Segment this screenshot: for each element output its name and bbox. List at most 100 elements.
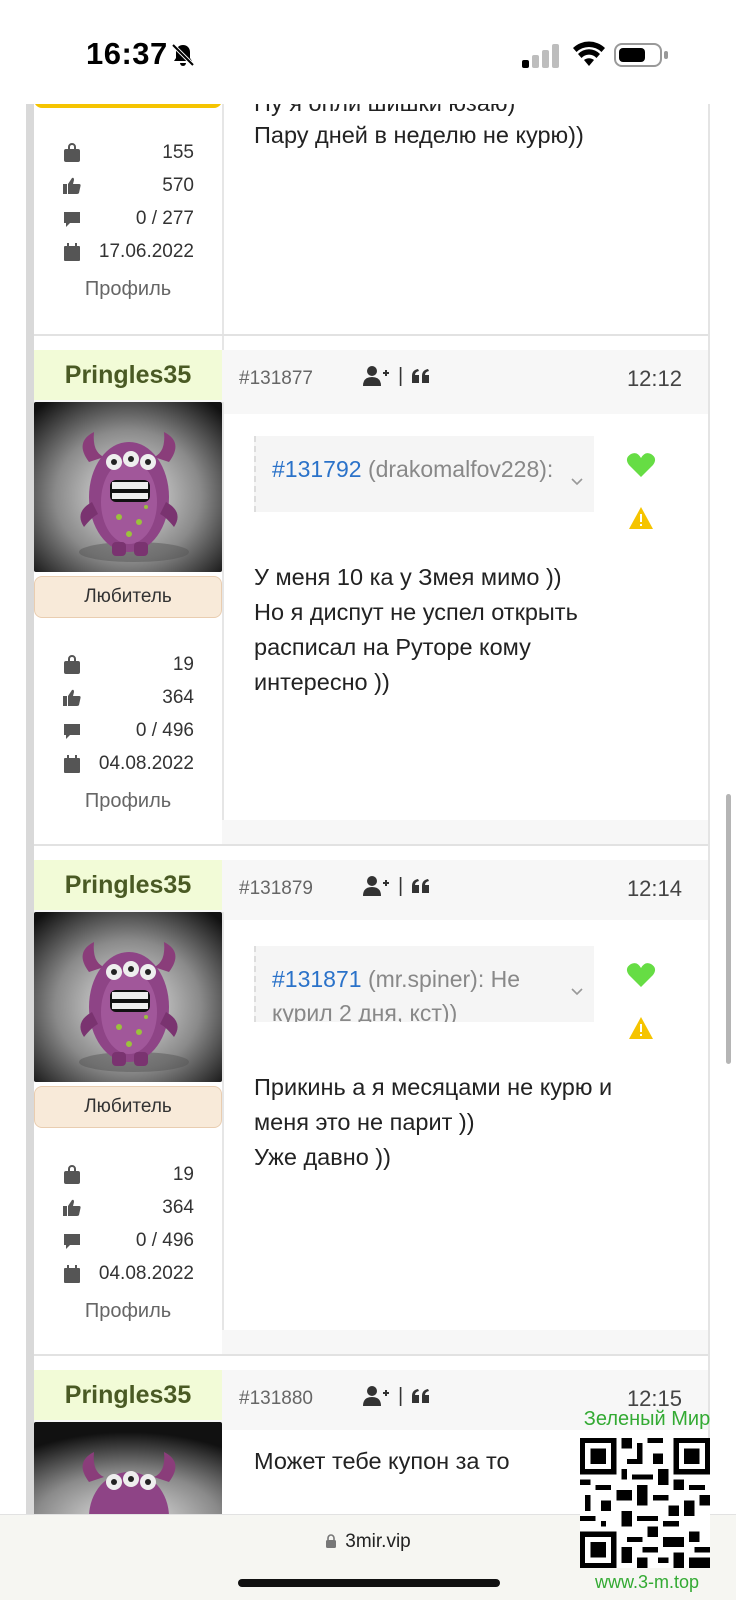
comment-icon	[64, 212, 80, 227]
stat-joined-value: 17.06.2022	[98, 241, 194, 262]
action-separator: |	[398, 874, 404, 897]
stat-likes-value: 364	[162, 1197, 194, 1218]
stat-joined-value: 04.08.2022	[98, 1263, 194, 1284]
message-partial: Ну я опли шишки юзаю)	[254, 104, 614, 116]
stat-joined-value: 04.08.2022	[98, 753, 194, 774]
post-divider	[34, 334, 708, 336]
stat-comments-value: 0 / 277	[135, 208, 194, 229]
post-actions: |	[362, 1384, 431, 1408]
quote-post-link[interactable]: #131871	[272, 966, 362, 992]
message-text: Пару дней в неделю не курю))	[254, 122, 584, 148]
post-header: Pringles35 #131879 | 12:14	[34, 860, 708, 920]
post-time: 12:14	[626, 876, 682, 901]
monster-avatar-icon	[34, 1422, 222, 1514]
monster-avatar-icon	[34, 912, 222, 1082]
quote-icon[interactable]	[411, 367, 431, 385]
user-panel	[34, 1422, 224, 1514]
monster-avatar-icon	[34, 402, 222, 572]
stat-comments-value: 0 / 496	[135, 720, 194, 741]
watermark-site: www.3-m.top	[594, 1572, 700, 1592]
bag-icon	[64, 143, 80, 162]
stat-comments: 0 / 496	[62, 1226, 194, 1256]
report-warning-icon[interactable]	[628, 1016, 654, 1040]
message-text: Может тебе купон за то	[254, 1448, 510, 1474]
thumbs-up-icon	[63, 177, 81, 194]
avatar[interactable]	[34, 402, 222, 572]
post-131877: Pringles35 #131877 | 12:12 Любитель 19 3…	[34, 350, 708, 846]
stat-posts: 19	[62, 1160, 194, 1190]
post-footer-strip	[222, 820, 708, 846]
quote-icon[interactable]	[411, 1387, 431, 1405]
right-border	[708, 104, 710, 1514]
calendar-icon	[64, 755, 80, 773]
quote-author: (mr.spiner):	[367, 966, 485, 992]
avatar[interactable]	[34, 912, 222, 1082]
message-text: У меня 10 ка у Змея мимо )) Но я диспут …	[254, 564, 578, 695]
stat-likes: 570	[62, 171, 194, 201]
action-separator: |	[398, 1384, 404, 1407]
quote-block[interactable]: #131871 (mr.spiner): Не курил 2 дня, кст…	[254, 946, 594, 1022]
stat-joined: 04.08.2022	[62, 749, 194, 779]
like-heart-icon[interactable]	[626, 962, 656, 988]
post-divider	[34, 1354, 708, 1356]
stat-posts: 155	[62, 138, 194, 168]
post-number[interactable]: #131877	[239, 368, 313, 390]
stat-joined: 17.06.2022	[62, 237, 194, 267]
lock-icon	[326, 1534, 337, 1548]
add-user-icon[interactable]	[362, 874, 390, 898]
watermark-title: Зеленый Мир	[583, 1408, 711, 1430]
profile-link[interactable]: Профиль	[34, 278, 222, 301]
username[interactable]: Pringles35	[34, 860, 222, 910]
profile-link[interactable]: Профиль	[34, 1300, 222, 1323]
thumbs-up-icon	[63, 689, 81, 706]
post-time: 12:12	[626, 366, 682, 391]
bag-icon	[64, 655, 80, 674]
scrollbar-thumb[interactable]	[726, 794, 731, 1064]
post-number[interactable]: #131880	[239, 1388, 313, 1410]
url-text: 3mir.vip	[345, 1531, 411, 1552]
cellular-signal-icon	[522, 44, 559, 68]
post-footer-strip	[222, 1330, 708, 1356]
chevron-down-icon[interactable]	[570, 474, 584, 488]
add-user-icon[interactable]	[362, 364, 390, 388]
stat-posts-value: 19	[172, 1164, 194, 1185]
user-panel: Любитель 19 364 0 / 496 04.08.2022 Профи…	[34, 912, 224, 1342]
home-indicator[interactable]	[238, 1579, 500, 1587]
wifi-icon	[573, 41, 605, 66]
stat-comments: 0 / 496	[62, 716, 194, 746]
post-131879: Pringles35 #131879 | 12:14 Любитель 19 3…	[34, 860, 708, 1356]
battery-icon	[614, 43, 668, 67]
stat-likes: 364	[62, 1193, 194, 1223]
quote-post-link[interactable]: #131792	[272, 456, 362, 482]
comment-icon	[64, 1234, 80, 1249]
username[interactable]: Pringles35	[34, 350, 222, 400]
calendar-icon	[64, 1265, 80, 1283]
quote-icon[interactable]	[411, 877, 431, 895]
status-time: 16:37	[86, 36, 168, 71]
thumbs-up-icon	[63, 1199, 81, 1216]
forum-thread: 155 570 0 / 277 17.06.2022 Профиль Ну я …	[0, 104, 736, 1514]
chevron-down-icon[interactable]	[570, 984, 584, 998]
stat-likes: 364	[62, 683, 194, 713]
bag-icon	[64, 1165, 80, 1184]
quote-author: (drakomalfov228):	[367, 456, 554, 482]
rank-badge: Любитель	[34, 1086, 222, 1128]
post-number[interactable]: #131879	[239, 878, 313, 900]
stat-posts-value: 155	[162, 142, 194, 163]
status-bar: 16:37	[0, 0, 736, 104]
stat-joined: 04.08.2022	[62, 1259, 194, 1289]
profile-link[interactable]: Профиль	[34, 790, 222, 813]
username[interactable]: Pringles35	[34, 1370, 222, 1420]
report-warning-icon[interactable]	[628, 506, 654, 530]
add-user-icon[interactable]	[362, 1384, 390, 1408]
post-actions: |	[362, 364, 431, 388]
quote-block[interactable]: #131792 (drakomalfov228):	[254, 436, 594, 512]
rank-badge: Любитель	[34, 576, 222, 618]
avatar[interactable]	[34, 1422, 222, 1514]
action-separator: |	[398, 364, 404, 387]
like-heart-icon[interactable]	[626, 452, 656, 478]
calendar-icon	[64, 243, 80, 261]
post-divider	[34, 844, 708, 846]
bell-muted-icon	[171, 43, 195, 67]
watermark: Зеленый Мир www.3-m.top	[572, 1408, 722, 1598]
